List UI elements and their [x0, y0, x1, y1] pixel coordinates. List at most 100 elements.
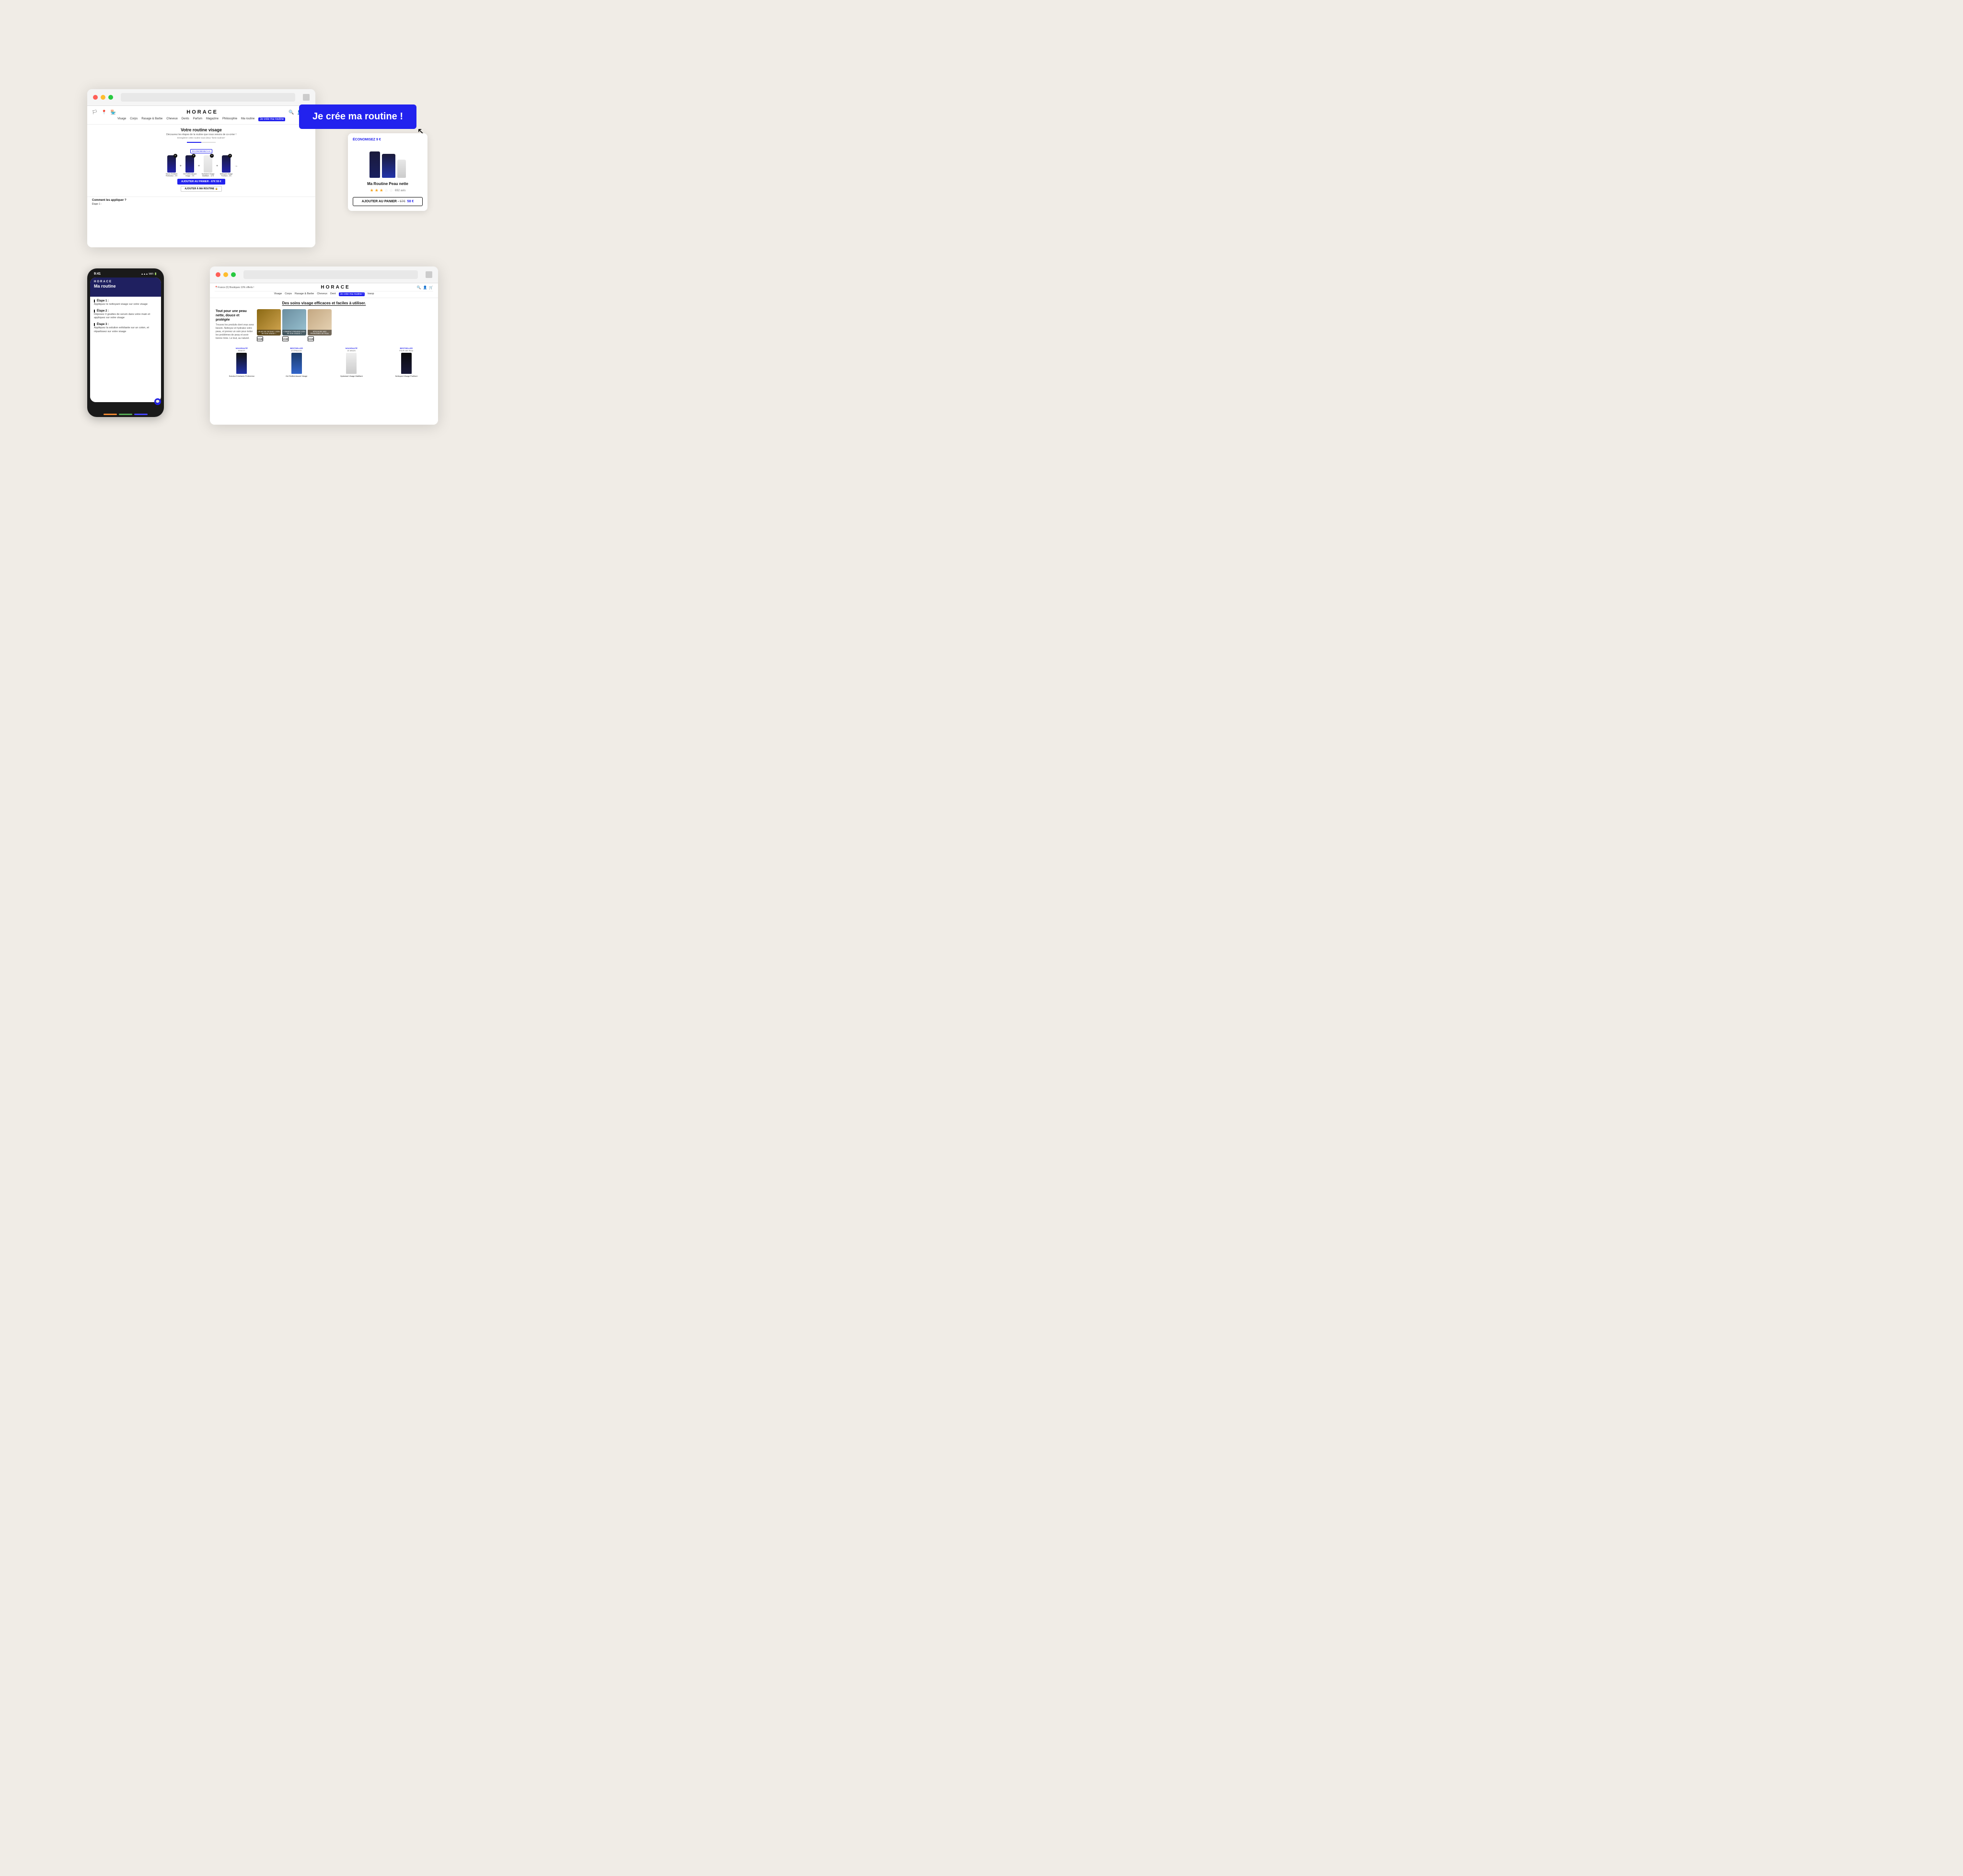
bottom-reload-icon[interactable]: [426, 271, 432, 278]
product-label-2: Gel Raffermissant Visage - 9 €: [183, 173, 196, 177]
product-sub-1: REBOOT: [216, 350, 268, 352]
chat-bubble[interactable]: 💬: [154, 398, 161, 405]
product-grid-item-1: NOUVEAUTÉ REBOOT Solution Exfoliante Per…: [216, 347, 268, 377]
bottom-nav-icons: 🔍 👤 🛒: [417, 286, 433, 290]
star-3: ★: [380, 188, 383, 193]
product-1: + Savon Exfoliant Perfecteur - 9 €: [165, 155, 178, 177]
bottom-minimize-dot[interactable]: [223, 272, 228, 277]
product-name-grid-4: Nettoyant Visage Purifiant: [381, 375, 433, 377]
star-5: ☆: [389, 188, 393, 193]
nav-rasage[interactable]: Rasage & Barbe: [141, 117, 162, 121]
search-icon[interactable]: 🔍: [289, 110, 294, 115]
voir-btn-3[interactable]: VOIR: [308, 336, 314, 341]
etape-1-title: Étape 1 :: [94, 300, 157, 302]
bottom-browser-titlebar: [210, 266, 438, 283]
plus-4: →: [234, 164, 238, 168]
home-indicator-3: [134, 414, 148, 415]
phone-notch: 9:41 ▲▲▲ WiFi 🔋: [90, 272, 161, 278]
product-badge-2: BESTSELLER: [271, 347, 323, 349]
nav-dents[interactable]: Dents: [182, 117, 189, 121]
bottom-nav: 📍 France (€) Boutiques 10% offerts ! HOR…: [210, 283, 438, 298]
bottom-browser-window: 📍 France (€) Boutiques 10% offerts ! HOR…: [210, 266, 438, 425]
nav-magazine[interactable]: Magazine: [206, 117, 219, 121]
product-2: + Gel Raffermissant Visage - 9 €: [183, 155, 196, 177]
browser-titlebar: [87, 89, 315, 106]
plus-1: +: [180, 164, 182, 168]
product-sub-2: ET ÉPAULOS: [271, 350, 323, 352]
nav-cheveux[interactable]: Cheveux: [166, 117, 178, 121]
bottom-nav-visage[interactable]: Visage: [274, 292, 282, 296]
etape-2-title: Étape 2 :: [94, 310, 157, 313]
bottom-expand-dot[interactable]: [231, 272, 236, 277]
price-new: 58 €: [407, 200, 414, 203]
bottom-nav-rasage[interactable]: Rasage & Barbe: [295, 292, 314, 296]
feature-label-1: UN AIR DE FATIGUE ? SOIN DE SON VISAGE ?: [257, 330, 281, 336]
bottom-search-icon[interactable]: 🔍: [417, 286, 421, 290]
star-2: ★: [375, 188, 379, 193]
bottom-nav-cta[interactable]: Je crée ma routine !: [339, 292, 365, 296]
phone-brand: HORACE: [94, 280, 157, 283]
etape-1-text: Appliquez le nettoyant visage sur votre …: [94, 303, 157, 307]
bottom-nav-dent[interactable]: Dent: [330, 292, 336, 296]
top-browser-window: 🏳 📍 🏪 HORACE 🔍 👤 🛒 Visage Corps Rasage &…: [87, 89, 315, 247]
progress-bar-container: [187, 142, 216, 143]
add-to-cart-button[interactable]: AJOUTER AU PANIER - 67€ 55 €: [177, 179, 225, 185]
voir-btn-1[interactable]: VOIR: [257, 336, 263, 341]
bottom-address-bar[interactable]: [243, 270, 418, 279]
product-grid-item-2: BESTSELLER ET ÉPAULOS Gel Raffermissant …: [271, 347, 323, 377]
product-grid-item-3: NOUVEAUTÉ AT ARAOS Hydratant Visage Mati…: [325, 347, 378, 377]
nav-maroutine[interactable]: Ma routine: [241, 117, 254, 121]
product-bottle-1: [167, 155, 176, 173]
card-add-to-cart-button[interactable]: AJOUTER AU PANIER - 67€ 58 €: [353, 197, 423, 206]
feature-img-col-3: RÉSOUDRE MES PROBLÈMES DE PEAU VOIR: [308, 309, 332, 341]
bottom-horace-logo[interactable]: HORACE: [254, 285, 417, 290]
plus-2: +: [198, 164, 200, 168]
address-bar[interactable]: [121, 93, 295, 102]
horace-logo[interactable]: HORACE: [186, 109, 218, 115]
mobile-phone: 9:41 ▲▲▲ WiFi 🔋 HORACE Ma routine Étape …: [87, 268, 164, 417]
close-dot[interactable]: [93, 95, 98, 100]
expand-dot[interactable]: [108, 95, 113, 100]
phone-etape-3: Étape 3 : Appliquez la solution exfolian…: [94, 323, 157, 334]
reviews-count: 692 avis: [395, 189, 405, 192]
bottom-nav-corps[interactable]: Corps: [285, 292, 292, 296]
comment-title: Comment les appliquer ?: [92, 199, 311, 202]
nav-parfum[interactable]: Parfum: [193, 117, 202, 121]
add-to-routine-button[interactable]: AJOUTER À MA ROUTINE 🔒: [181, 186, 221, 192]
feature-img-3: RÉSOUDRE MES PROBLÈMES DE PEAU: [308, 309, 332, 336]
nav-jecreemaroutine[interactable]: Je crée ma routine: [258, 117, 285, 121]
cta-main-button[interactable]: Je crée ma routine !: [299, 104, 416, 129]
product-add-btn-1[interactable]: +: [173, 154, 177, 158]
phone-etape-2: Étape 2 : Déposez 3 gouttes de serum dan…: [94, 310, 157, 320]
bottom-user-icon[interactable]: 👤: [423, 286, 427, 290]
etape-1-label: Étape 1 :: [92, 203, 311, 206]
bottom-nav-links: Visage Corps Rasage & Barbe Cheveux Dent…: [215, 292, 433, 296]
etape-2-text: Déposez 3 gouttes de serum dans votre ma…: [94, 313, 157, 320]
feature-img-2: COMMENT PRENDRE SOIN DE SON VISAGE ?: [282, 309, 306, 336]
featured-left-panel: Tout pour une peau nette, douce et proté…: [216, 309, 254, 343]
nav-visage[interactable]: Visage: [117, 117, 126, 121]
minimize-dot[interactable]: [101, 95, 105, 100]
product-bottle-grid-3: [346, 353, 357, 374]
phone-header: HORACE Ma routine: [90, 278, 161, 297]
product-add-btn-4[interactable]: +: [228, 154, 232, 158]
etape-3-text: Appliquez la solution exfoliante sur un …: [94, 326, 157, 334]
phone-outer: 9:41 ▲▲▲ WiFi 🔋 HORACE Ma routine Étape …: [87, 268, 164, 417]
product-add-btn-2[interactable]: +: [192, 154, 196, 158]
routine-subtitle: Découvrez les étapes de la routine que n…: [92, 133, 311, 136]
nav-philosophie[interactable]: Philosophie: [222, 117, 237, 121]
nav-corps[interactable]: Corps: [130, 117, 138, 121]
bottom-close-dot[interactable]: [216, 272, 220, 277]
bottom-nav-losop[interactable]: losop: [368, 292, 374, 296]
reload-icon[interactable]: [303, 94, 310, 101]
bottom-cart-icon[interactable]: 🛒: [429, 286, 433, 290]
bottom-browser-content: 📍 France (€) Boutiques 10% offerts ! HOR…: [210, 283, 438, 425]
product-label-3: Hydratant Visage Mattifiant - 12 €: [201, 173, 215, 177]
product-add-btn-3[interactable]: +: [210, 154, 214, 158]
product-name-grid-2: Gel Raffermissant Visage: [271, 375, 323, 377]
phone-screen: HORACE Ma routine Étape 1 : Appliquez le…: [90, 278, 161, 402]
voir-btn-2[interactable]: VOIR: [282, 336, 289, 341]
comment-section: Comment les appliquer ? Étape 1 :: [87, 197, 315, 208]
phone-time: 9:41: [94, 272, 101, 276]
bottom-nav-cheveux[interactable]: Cheveux: [317, 292, 327, 296]
